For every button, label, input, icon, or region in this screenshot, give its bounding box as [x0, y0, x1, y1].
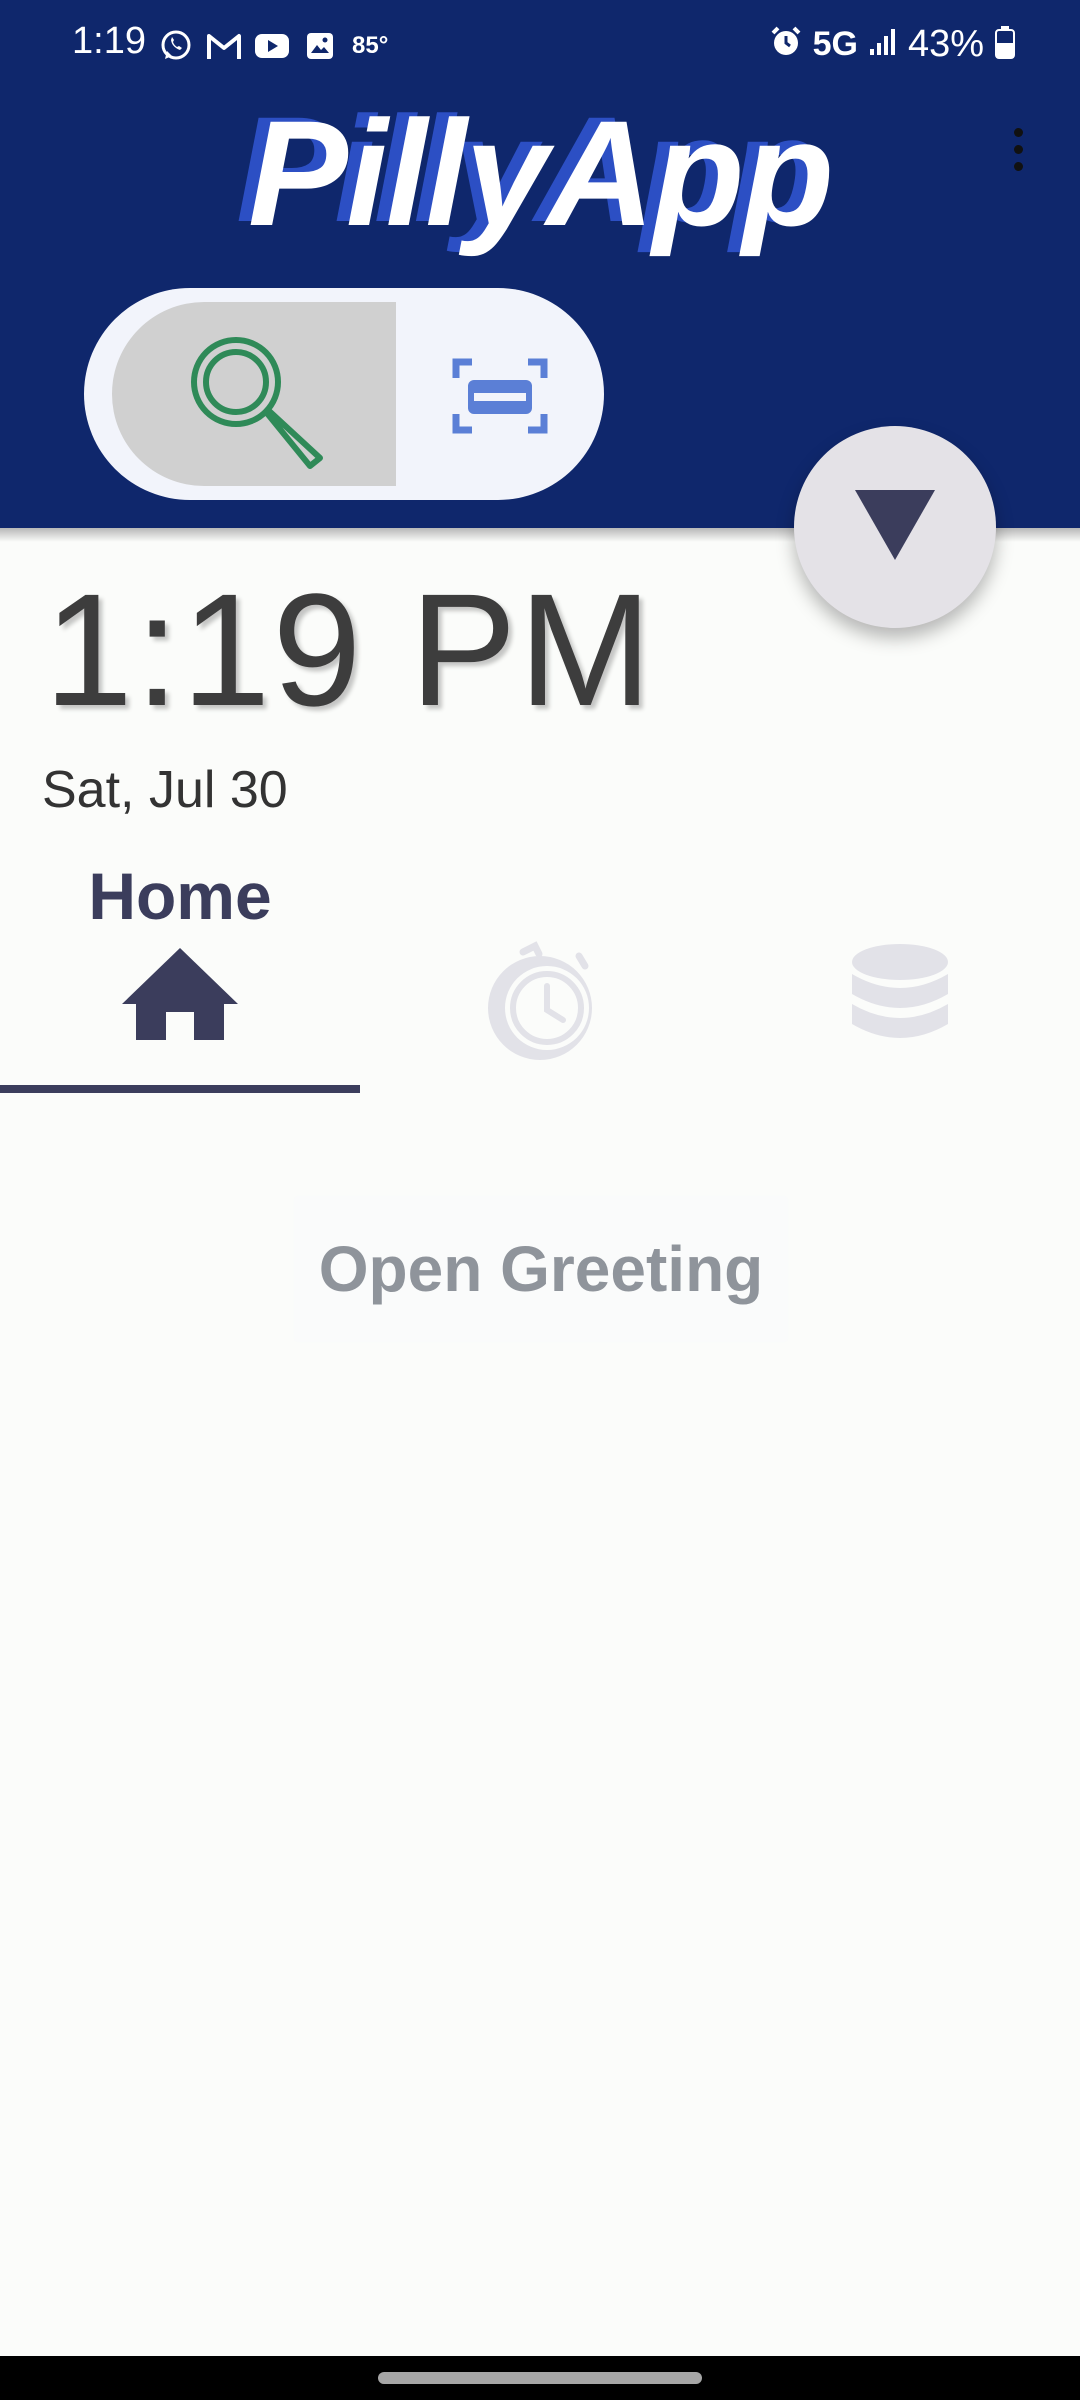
- overflow-menu-icon[interactable]: [1008, 128, 1028, 180]
- battery-percentage: 43%: [907, 22, 984, 65]
- signal-icon: [868, 27, 898, 62]
- network-type: 5G: [812, 24, 858, 63]
- status-right-group: 5G 43%: [769, 22, 1016, 66]
- app-title: PillyApp: [247, 89, 834, 257]
- search-icon: [182, 330, 332, 470]
- whatsapp-icon: [158, 28, 194, 64]
- alarm-icon: [769, 25, 803, 64]
- open-greeting-button[interactable]: Open Greeting: [294, 1196, 788, 1342]
- battery-icon: [994, 25, 1016, 64]
- tab-home[interactable]: [0, 940, 360, 1090]
- status-temperature: 85°: [352, 32, 389, 59]
- notification-icons: 85°: [158, 26, 388, 66]
- clock-date: Sat, Jul 30: [42, 761, 288, 819]
- clock-time: 1:19 PM: [44, 560, 654, 739]
- active-tab-label: Home: [88, 859, 272, 933]
- active-tab-indicator: [0, 1085, 360, 1093]
- status-bar: 1:19 85° 5G 43%: [0, 0, 1080, 90]
- database-icon: [845, 940, 955, 1065]
- scan-icon[interactable]: [452, 356, 548, 436]
- home-gesture-handle[interactable]: [378, 2372, 702, 2384]
- app-screen: 1:19 85° 5G 43% PillyApp 1:19 PM Sat, Ju…: [0, 0, 1080, 2400]
- tab-alarm[interactable]: [360, 940, 720, 1090]
- status-time: 1:19: [72, 20, 146, 62]
- gmail-icon: [206, 28, 242, 64]
- gallery-icon: [302, 28, 338, 64]
- triangle-down-icon: [853, 488, 937, 567]
- dropdown-fab-button[interactable]: [794, 426, 996, 628]
- alarm-clock-icon: [475, 940, 605, 1075]
- home-icon: [120, 940, 240, 1055]
- tab-database[interactable]: [720, 940, 1080, 1090]
- youtube-icon: [254, 28, 290, 64]
